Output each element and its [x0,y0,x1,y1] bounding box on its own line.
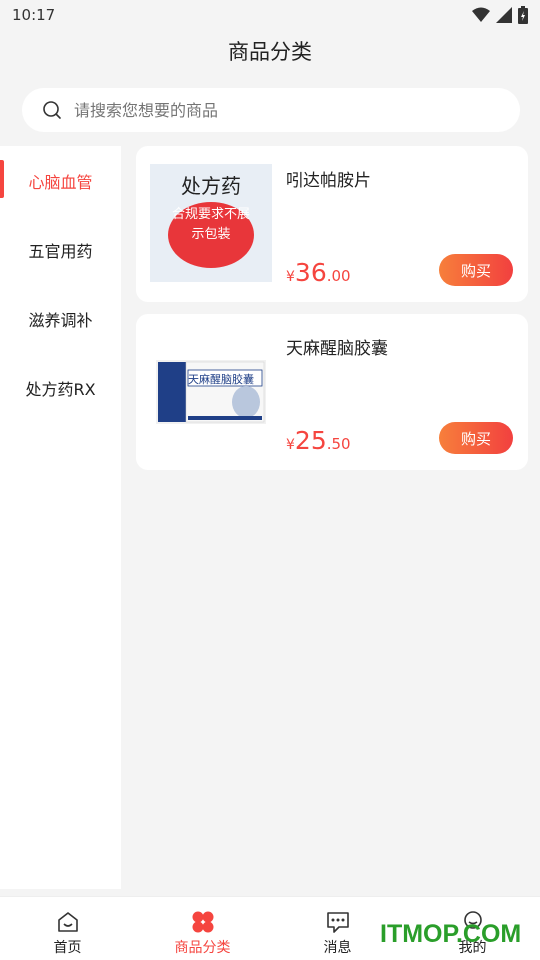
battery-icon [518,6,528,24]
message-icon [326,912,349,933]
currency-symbol: ¥ [286,437,295,453]
rx-label: 处方药 [181,174,241,198]
product-image: 天麻醒脑胶囊 [150,332,272,450]
tab-home[interactable]: 首页 [0,897,135,960]
price-decimal: .50 [326,435,351,453]
tab-label: 首页 [53,940,82,956]
product-image: 处方药 合规要求不展示包装 [150,164,272,282]
package-text: 天麻醒脑胶囊 [188,373,254,386]
medicine-box-image [156,360,266,424]
rx-notice-badge: 合规要求不展示包装 [168,202,254,268]
sidebar-item-tonic[interactable]: 滋养调补 [0,284,121,353]
home-icon [57,912,78,932]
sidebar-item-cardio[interactable]: 心脑血管 [0,146,121,215]
price-decimal: .00 [326,267,351,285]
status-icons [472,6,528,24]
buy-button[interactable]: 购买 [439,254,513,286]
product-name: 吲达帕胺片 [286,171,371,191]
tab-category[interactable]: 商品分类 [135,897,270,960]
search-bar[interactable] [22,88,520,132]
rx-placeholder: 处方药 合规要求不展示包装 [150,164,272,282]
sidebar-item-rx[interactable]: 处方药RX [0,353,121,422]
tab-label: 商品分类 [174,940,231,956]
wifi-icon [472,7,490,22]
product-price: ¥36.00 [286,258,351,287]
watermark: ITMOP.COM [380,920,522,948]
currency-symbol: ¥ [286,269,295,285]
tab-label: 消息 [323,940,352,956]
sidebar-item-label: 处方药RX [25,379,96,399]
product-list: 处方药 合规要求不展示包装 吲达帕胺片 ¥36.00 购买 天麻醒脑胶囊 天麻醒… [136,146,528,482]
status-bar: 10:17 [0,0,540,30]
sidebar-item-ent[interactable]: 五官用药 [0,215,121,284]
search-input[interactable] [74,100,454,120]
price-integer: 36 [294,258,327,287]
product-name: 天麻醒脑胶囊 [286,339,388,359]
price-integer: 25 [294,426,327,455]
status-time: 10:17 [12,6,56,24]
page-title: 商品分类 [228,40,312,64]
product-card[interactable]: 天麻醒脑胶囊 天麻醒脑胶囊 ¥25.50 购买 [136,314,528,470]
sidebar-item-label: 心脑血管 [28,172,93,192]
category-sidebar: 心脑血管 五官用药 滋养调补 处方药RX [0,146,121,889]
sidebar-item-label: 滋养调补 [28,310,93,330]
category-icon [192,911,213,933]
product-price: ¥25.50 [286,426,351,455]
signal-icon [496,7,512,23]
sidebar-item-label: 五官用药 [28,241,93,261]
product-card[interactable]: 处方药 合规要求不展示包装 吲达帕胺片 ¥36.00 购买 [136,146,528,302]
search-icon [43,101,61,119]
buy-button[interactable]: 购买 [439,422,513,454]
